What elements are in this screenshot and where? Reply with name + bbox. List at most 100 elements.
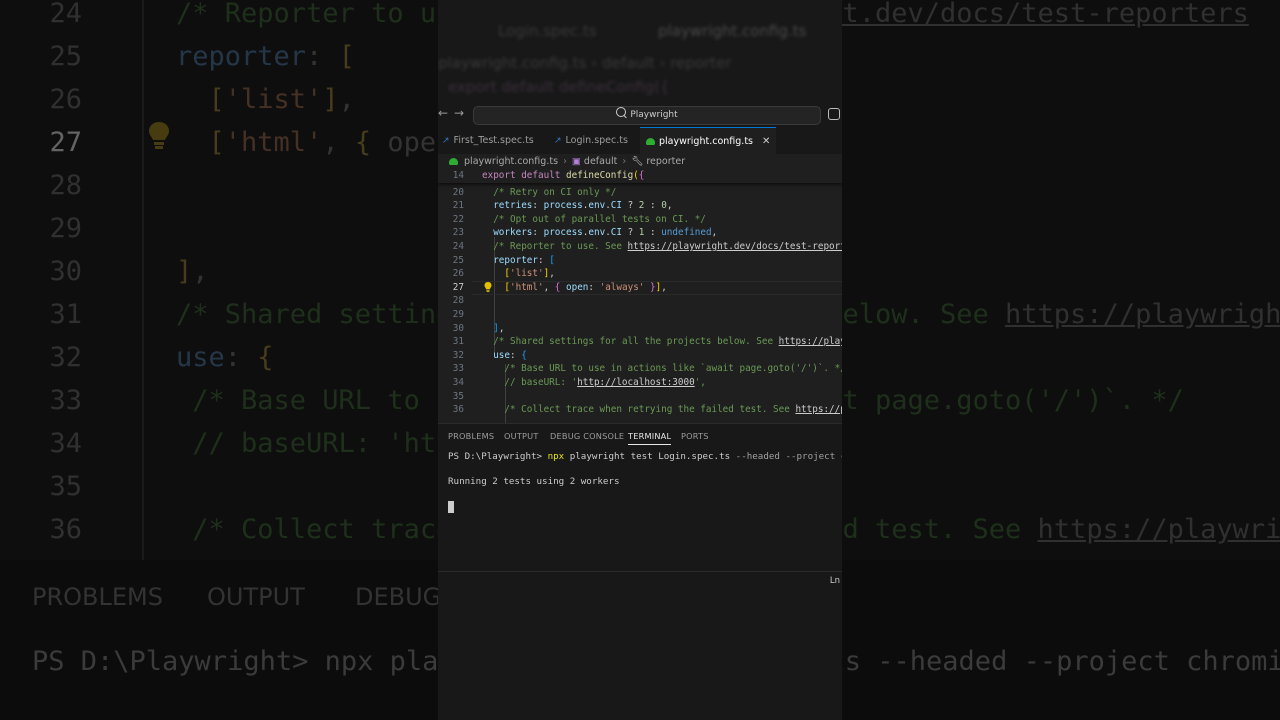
tab-first-test[interactable]: ↗ First_Test.spec.ts bbox=[442, 127, 534, 154]
code-line[interactable]: 30 ], bbox=[438, 322, 842, 336]
code-token: https://playwright.dev/docs/trace-viewer bbox=[795, 404, 842, 416]
code-token: env bbox=[588, 200, 606, 212]
code-token: , bbox=[661, 281, 667, 293]
code-token: https://playwright.dev/docs/test-reporte… bbox=[627, 241, 842, 252]
typescript-icon: ↗ bbox=[554, 136, 562, 146]
tab-debug-console[interactable]: DEBUG CONSOLE bbox=[550, 431, 624, 441]
terminal-output: Running 2 tests using 2 workers bbox=[448, 476, 620, 487]
line-number: 33 bbox=[452, 363, 464, 375]
code-line[interactable]: 27 ['html', { open: 'always' }], bbox=[438, 281, 842, 295]
command-center-search[interactable]: Playwright bbox=[473, 106, 821, 125]
terminal-args: playwright test Login.spec.ts bbox=[564, 451, 736, 462]
code-token: reporter bbox=[493, 254, 538, 266]
playwright-icon bbox=[646, 138, 655, 145]
wrench-icon: 🔧︎ bbox=[631, 156, 644, 167]
code-token: /* Collect trace when retrying the faile… bbox=[504, 404, 796, 416]
tab-label: First_Test.spec.ts bbox=[453, 135, 534, 146]
code-line[interactable]: 20 /* Retry on CI only */ bbox=[438, 186, 842, 200]
copilot-icon[interactable] bbox=[828, 108, 840, 120]
code-line[interactable]: 28 bbox=[438, 294, 842, 308]
code-token: open bbox=[566, 281, 589, 293]
breadcrumb-reporter[interactable]: reporter bbox=[646, 156, 685, 167]
tab-terminal[interactable]: TERMINAL bbox=[628, 431, 672, 445]
code-text: workers: process.env.CI ? 1 : undefined, bbox=[482, 226, 717, 240]
tab-ports[interactable]: PORTS bbox=[681, 431, 709, 441]
code-line[interactable]: 33 /* Base URL to use in actions like `a… bbox=[438, 362, 842, 376]
code-token: ', bbox=[694, 377, 706, 388]
code-line[interactable]: 21 retries: process.env.CI ? 2 : 0, bbox=[438, 199, 842, 213]
cube-icon: ▣ bbox=[571, 156, 581, 167]
search-label: Playwright bbox=[630, 110, 678, 120]
blurred-tab-config: playwright.config.ts bbox=[658, 22, 807, 40]
code-token: undefined bbox=[661, 227, 712, 239]
code-token: workers bbox=[493, 227, 533, 239]
code-line[interactable]: 25 reporter: [ bbox=[438, 254, 842, 268]
line-number: 26 bbox=[452, 268, 464, 280]
back-arrow-icon[interactable]: ← bbox=[438, 106, 448, 120]
tab-output[interactable]: OUTPUT bbox=[504, 431, 539, 441]
code-line[interactable]: 34 // baseURL: 'http://localhost:3000', bbox=[438, 376, 842, 390]
code-token: : bbox=[532, 200, 544, 212]
breadcrumb-file[interactable]: playwright.config.ts bbox=[464, 156, 558, 167]
title-bar: ← → Playwright bbox=[438, 103, 842, 127]
code-token: 'always' bbox=[599, 281, 645, 293]
code-token: /* Opt out of parallel tests on CI. */ bbox=[493, 213, 706, 225]
code-token: , bbox=[711, 227, 718, 239]
code-line[interactable]: 26 ['list'], bbox=[438, 267, 842, 281]
code-text: // baseURL: 'http://localhost:3000', bbox=[482, 376, 706, 390]
code-token: process bbox=[543, 200, 583, 212]
line-number: 30 bbox=[452, 322, 464, 334]
blurred-transition-area: Login.spec.ts playwright.config.ts playw… bbox=[438, 0, 842, 103]
tab-playwright-config[interactable]: playwright.config.ts ✕ bbox=[640, 127, 777, 154]
close-icon[interactable]: ✕ bbox=[762, 136, 770, 147]
blurred-breadcrumb: playwright.config.ts › default › reporte… bbox=[438, 54, 732, 72]
tab-problems[interactable]: PROBLEMS bbox=[448, 431, 494, 441]
sticky-scroll-line[interactable]: 14 export default defineConfig({ bbox=[438, 169, 842, 183]
code-token: CI bbox=[610, 227, 622, 239]
line-number: 32 bbox=[452, 349, 464, 361]
code-token: defineConfig bbox=[566, 170, 634, 181]
code-token: , bbox=[498, 322, 505, 334]
line-number: 29 bbox=[452, 309, 464, 320]
code-token: // baseURL: ' bbox=[504, 377, 578, 388]
code-line[interactable]: 35 bbox=[438, 390, 842, 404]
code-token: http://localhost:3000 bbox=[577, 377, 695, 388]
code-token: 'html' bbox=[510, 281, 544, 293]
code-line[interactable]: 32 use: { bbox=[438, 349, 842, 363]
code-line[interactable]: 36 /* Collect trace when retrying the fa… bbox=[438, 403, 842, 417]
code-editor[interactable]: 14export default defineConfig({19 forbid… bbox=[438, 169, 842, 423]
code-token: : bbox=[588, 281, 600, 293]
bottom-panel: PROBLEMS OUTPUT DEBUG CONSOLE TERMINAL P… bbox=[438, 423, 842, 720]
terminal-command: npx bbox=[547, 451, 565, 462]
code-line[interactable]: 23 workers: process.env.CI ? 1 : undefin… bbox=[438, 226, 842, 240]
line-number: 34 bbox=[452, 377, 464, 388]
breadcrumb-separator: › bbox=[622, 156, 627, 167]
status-line-indicator[interactable]: Ln bbox=[830, 576, 840, 586]
code-line[interactable]: 24 /* Reporter to use. See https://playw… bbox=[438, 240, 842, 254]
code-token: use bbox=[493, 349, 510, 361]
breadcrumb-default[interactable]: default bbox=[584, 156, 617, 167]
breadcrumb: playwright.config.ts › ▣ default › 🔧︎ re… bbox=[438, 154, 842, 169]
forward-arrow-icon[interactable]: → bbox=[454, 106, 464, 120]
code-line[interactable]: 31 /* Shared settings for all the projec… bbox=[438, 335, 842, 349]
code-text: /* Shared settings for all the projects … bbox=[482, 335, 842, 349]
code-text: /* Reporter to use. See https://playwrig… bbox=[482, 240, 842, 254]
tab-login-spec[interactable]: ↗ Login.spec.ts bbox=[554, 127, 628, 154]
code-line[interactable]: 22 /* Opt out of parallel tests on CI. *… bbox=[438, 213, 842, 227]
terminal-command-line[interactable]: PS D:\Playwright> npx playwright test Lo… bbox=[448, 451, 842, 462]
code-text: reporter: [ bbox=[482, 254, 555, 268]
code-token: default bbox=[521, 170, 561, 181]
code-line[interactable]: 29 bbox=[438, 308, 842, 322]
terminal-prompt: PS D:\Playwright> bbox=[448, 451, 548, 462]
code-token: CI bbox=[610, 200, 622, 212]
code-text: ['list'], bbox=[482, 267, 554, 281]
